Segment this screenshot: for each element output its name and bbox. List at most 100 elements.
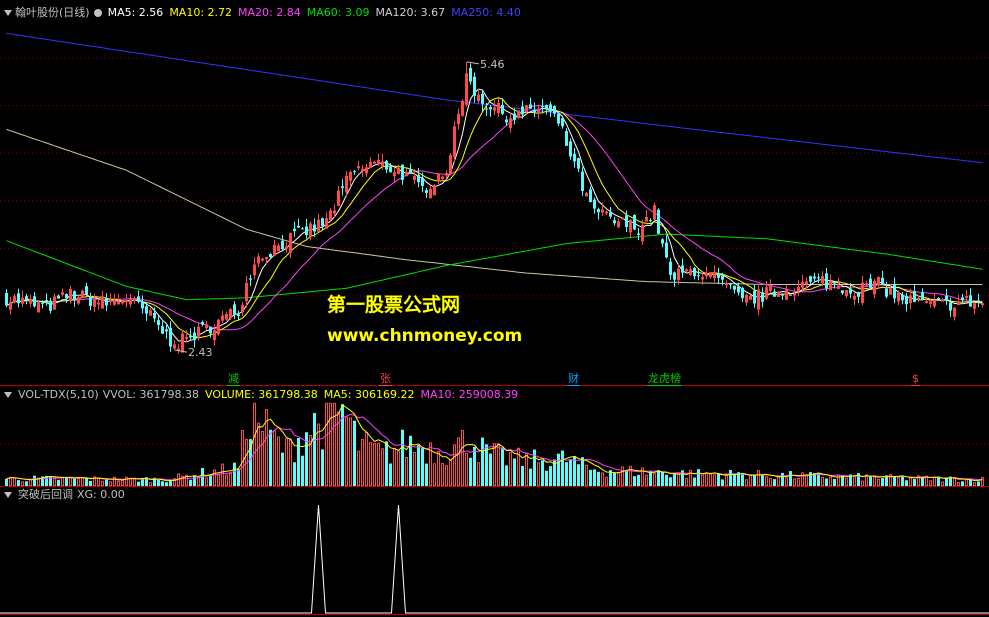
volume-bars[interactable] — [5, 402, 984, 487]
candle-down — [649, 220, 652, 222]
event-marker[interactable]: $ — [911, 372, 920, 386]
collapse-triangle-icon[interactable] — [4, 392, 12, 398]
candle-up — [685, 269, 688, 272]
volume-bar-down — [721, 479, 724, 486]
volume-bar-down — [809, 472, 812, 486]
volume-bar-up — [497, 443, 500, 486]
volume-bar-down — [741, 474, 744, 486]
volume-bar-down — [417, 445, 420, 486]
candle-down — [825, 273, 828, 289]
volume-bar-up — [585, 464, 588, 486]
volume-bar-up — [957, 481, 960, 487]
volume-bar-down — [693, 477, 696, 486]
candle-up — [373, 161, 376, 164]
candle-down — [969, 295, 972, 307]
volume-bar-up — [229, 472, 232, 487]
candle-down — [637, 233, 640, 235]
volume-bar-up — [873, 476, 876, 486]
volume-bar-up — [705, 472, 708, 487]
volume-bar-up — [9, 476, 12, 487]
legend-ma20: MA20: 2.84 — [238, 6, 301, 19]
candle-down — [237, 314, 240, 316]
event-marker[interactable]: 减 — [227, 372, 240, 386]
volume-bar-up — [317, 423, 320, 487]
candle-down — [733, 285, 736, 290]
candle-down — [137, 296, 140, 302]
candle-up — [793, 293, 796, 296]
volume-bar-up — [749, 475, 752, 486]
volume-bar-up — [685, 477, 688, 486]
collapse-triangle-icon[interactable] — [4, 10, 12, 16]
volume-bar-down — [913, 479, 916, 486]
volume-bar-up — [29, 479, 32, 486]
candle-down — [945, 295, 948, 300]
volume-bar-up — [449, 459, 452, 487]
legend-xg: XG: 0.00 — [77, 488, 125, 501]
candle-down — [697, 275, 700, 277]
event-marker[interactable]: 财 — [567, 372, 580, 386]
event-marker[interactable]: 龙虎榜 — [647, 372, 682, 386]
candle-down — [581, 171, 584, 191]
volume-bar-down — [481, 437, 484, 486]
volume-bar-down — [473, 446, 476, 486]
candle-down — [961, 297, 964, 301]
volume-bar-down — [409, 435, 412, 486]
candle-down — [505, 119, 508, 123]
volume-bar-down — [665, 474, 668, 486]
volume-bar-up — [493, 443, 496, 487]
volume-bar-up — [261, 430, 264, 487]
volume-bar-down — [157, 479, 160, 486]
volume-bar-up — [277, 436, 280, 487]
volume-bar-down — [89, 480, 92, 486]
legend-ma10: MA10: 2.72 — [169, 6, 233, 19]
legend-vol-ma5: MA5: 306169.22 — [323, 388, 415, 401]
volume-bar-up — [101, 480, 104, 487]
candle-down — [737, 286, 740, 293]
event-marker[interactable]: 张 — [379, 372, 392, 386]
volume-bar-down — [513, 458, 516, 486]
volume-bar-down — [161, 481, 164, 486]
chart-canvas[interactable]: 2.43 5.46 — [0, 0, 989, 617]
volume-bar-down — [489, 453, 492, 486]
candle-down — [669, 261, 672, 275]
volume-indicator-title: VOL-TDX(5,10) — [18, 388, 99, 401]
candle-down — [305, 226, 308, 236]
candle-up — [981, 303, 984, 306]
candle-down — [741, 287, 744, 299]
candle-down — [193, 332, 196, 341]
volume-bar-up — [537, 462, 540, 487]
candle-down — [105, 298, 108, 306]
volume-bar-down — [565, 462, 568, 486]
candle-down — [481, 93, 484, 104]
legend-vol-ma10: MA10: 259008.39 — [420, 388, 519, 401]
candle-down — [593, 199, 596, 209]
candle-down — [673, 272, 676, 280]
candle-down — [937, 298, 940, 300]
volume-bar-down — [385, 441, 388, 486]
candle-down — [353, 171, 356, 173]
candle-up — [185, 336, 188, 339]
candle-down — [869, 278, 872, 288]
volume-bar-down — [613, 472, 616, 486]
candle-down — [165, 329, 168, 332]
volume-bar-up — [397, 450, 400, 486]
volume-bar-up — [369, 442, 372, 486]
volume-bar-down — [561, 450, 564, 486]
candle-down — [301, 228, 304, 230]
watermark-url: www.chnmoney.com — [327, 326, 523, 346]
volume-bar-down — [833, 478, 836, 486]
volume-bar-up — [117, 480, 120, 487]
candle-down — [809, 276, 812, 282]
candle-down — [817, 277, 820, 279]
volume-bar-down — [905, 480, 908, 486]
candle-down — [561, 118, 564, 127]
volume-bar-up — [345, 416, 348, 487]
candle-down — [901, 294, 904, 301]
xg-signal-line — [0, 504, 989, 614]
collapse-triangle-icon[interactable] — [4, 492, 12, 498]
volume-bar-down — [569, 459, 572, 486]
candle-up — [357, 166, 360, 169]
settings-circle-icon[interactable] — [93, 9, 102, 17]
candle-down — [249, 278, 252, 280]
volume-ma10-line — [6, 413, 983, 481]
